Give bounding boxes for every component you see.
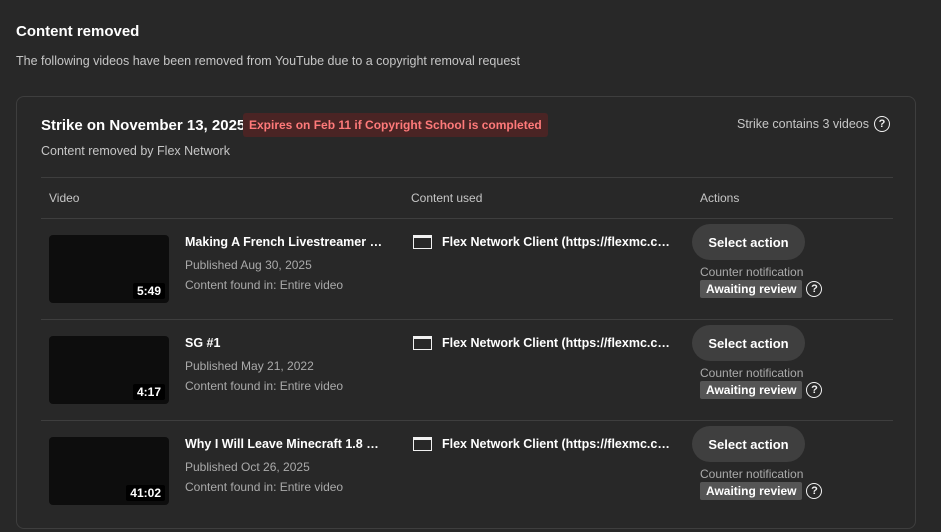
- page-description: The following videos have been removed f…: [16, 54, 521, 68]
- help-circle-icon[interactable]: ?: [874, 116, 890, 132]
- table-header: Video Content used Actions: [41, 177, 893, 219]
- table-row: 41:02 Why I Will Leave Minecraft 1.8 Be.…: [41, 421, 893, 521]
- video-title[interactable]: Why I Will Leave Minecraft 1.8 Be...: [185, 437, 385, 451]
- strike-count: Strike contains 3 videos ?: [737, 116, 890, 132]
- column-header-content-used: Content used: [411, 191, 483, 205]
- video-thumbnail[interactable]: 5:49: [49, 235, 169, 303]
- removed-by-text: Content removed by Flex Network: [41, 144, 230, 158]
- status-group: Awaiting review ?: [700, 381, 823, 399]
- browser-window-icon: [413, 437, 432, 451]
- video-published-date: Published May 21, 2022: [185, 359, 314, 373]
- video-duration: 4:17: [132, 384, 165, 400]
- expires-badge: Expires on Feb 11 if Copyright School is…: [243, 113, 548, 137]
- table-row: 4:17 SG #1 Published May 21, 2022 Conten…: [41, 320, 893, 421]
- page-title: Content removed: [16, 23, 140, 40]
- content-used-text: Flex Network Client (https://flexmc.co..…: [442, 336, 670, 350]
- content-removed-page: Content removed The following videos hav…: [0, 0, 941, 532]
- counter-notification-label: Counter notification: [700, 467, 804, 481]
- select-action-button[interactable]: Select action: [692, 426, 805, 462]
- video-duration: 5:49: [132, 283, 165, 299]
- status-badge: Awaiting review: [700, 381, 803, 399]
- content-used: Flex Network Client (https://flexmc.co..…: [413, 336, 670, 350]
- video-published-date: Published Aug 30, 2025: [185, 258, 312, 272]
- video-duration: 41:02: [126, 485, 165, 501]
- help-circle-icon[interactable]: ?: [806, 382, 823, 398]
- select-action-button[interactable]: Select action: [692, 224, 805, 260]
- video-title[interactable]: Making A French Livestreamer R...: [185, 235, 385, 249]
- browser-window-icon: [413, 336, 432, 350]
- help-circle-icon[interactable]: ?: [806, 483, 823, 499]
- status-group: Awaiting review ?: [700, 280, 823, 298]
- strike-title: Strike on November 13, 2025: [41, 117, 246, 134]
- content-used-text: Flex Network Client (https://flexmc.co..…: [442, 437, 670, 451]
- table-row: 5:49 Making A French Livestreamer R... P…: [41, 219, 893, 320]
- help-circle-icon[interactable]: ?: [806, 281, 823, 297]
- status-badge: Awaiting review: [700, 280, 803, 298]
- content-found-in: Content found in: Entire video: [185, 379, 344, 393]
- video-thumbnail[interactable]: 41:02: [49, 437, 169, 505]
- content-found-in: Content found in: Entire video: [185, 278, 344, 292]
- status-badge: Awaiting review: [700, 482, 803, 500]
- column-header-video: Video: [49, 191, 80, 205]
- status-group: Awaiting review ?: [700, 482, 823, 500]
- videos-table: Video Content used Actions 5:49 Making A…: [41, 177, 893, 521]
- strike-count-text: Strike contains 3 videos: [736, 117, 869, 131]
- select-action-button[interactable]: Select action: [692, 325, 805, 361]
- content-used-text: Flex Network Client (https://flexmc.co..…: [442, 235, 670, 249]
- counter-notification-label: Counter notification: [700, 265, 804, 279]
- column-header-actions: Actions: [700, 191, 740, 205]
- video-published-date: Published Oct 26, 2025: [185, 460, 310, 474]
- content-used: Flex Network Client (https://flexmc.co..…: [413, 235, 670, 249]
- counter-notification-label: Counter notification: [700, 366, 804, 380]
- browser-window-icon: [413, 235, 432, 249]
- strike-card: Strike on November 13, 2025 Expires on F…: [16, 96, 916, 529]
- video-title[interactable]: SG #1: [185, 336, 385, 350]
- content-used: Flex Network Client (https://flexmc.co..…: [413, 437, 670, 451]
- video-thumbnail[interactable]: 4:17: [49, 336, 169, 404]
- content-found-in: Content found in: Entire video: [185, 480, 344, 494]
